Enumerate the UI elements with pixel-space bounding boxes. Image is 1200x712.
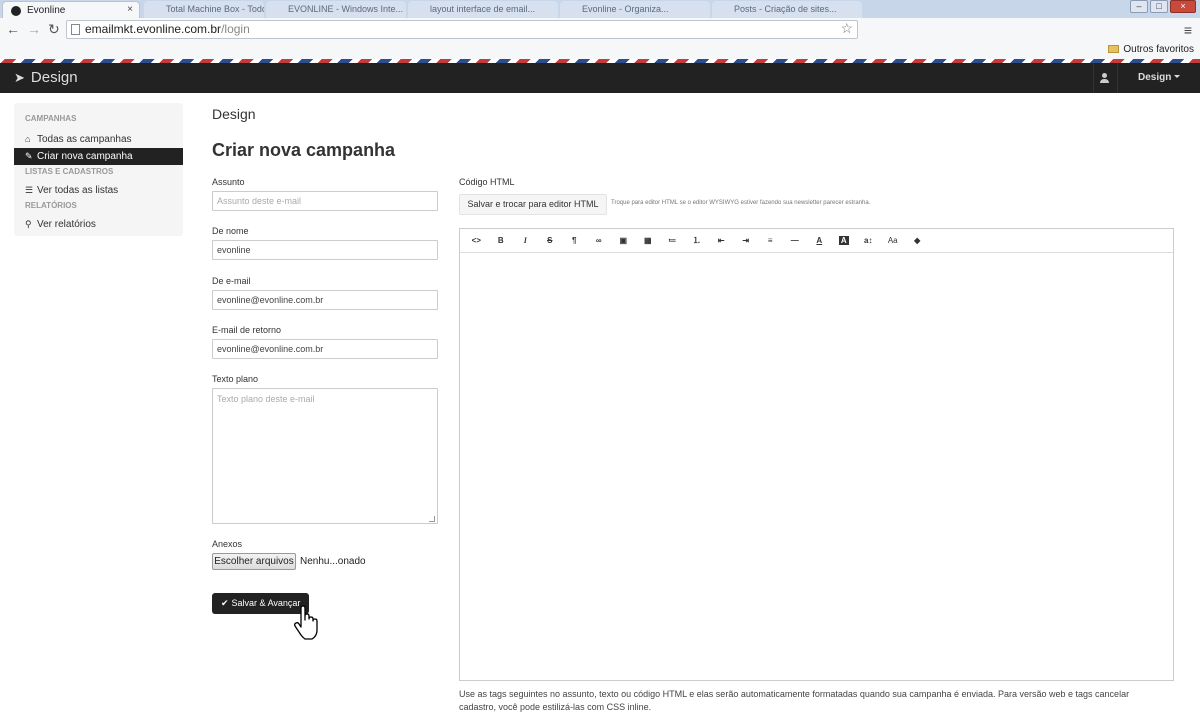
check-icon: ✔	[221, 598, 229, 608]
page-title: Criar nova campanha	[212, 140, 396, 160]
outdent-icon[interactable]: ⇤	[709, 236, 734, 245]
sidebar-item-label: Todas as campanhas	[37, 134, 132, 145]
hand-pointer-cursor-icon	[294, 605, 318, 640]
from-name-input[interactable]	[212, 240, 438, 260]
browser-tab[interactable]: Posts - Criação de sites...	[712, 1, 862, 18]
sidebar-item-todas-campanhas[interactable]: ⌂ Todas as campanhas	[14, 131, 183, 148]
wysiwyg-editor: <> B I S ¶ ∞ ▣ ▦ ≔ ⒈ ⇤ ⇥ ≡ — A A a↕ Aa ◆	[459, 228, 1174, 681]
from-email-input[interactable]	[212, 290, 438, 310]
search-icon: ⚲	[25, 219, 32, 229]
window-close-icon[interactable]: ×	[1170, 0, 1196, 13]
site-favicon-icon	[11, 6, 21, 16]
file-status-text: Nenhu...onado	[300, 556, 366, 567]
from-name-label: De nome	[212, 226, 249, 236]
horizontal-rule-icon[interactable]: —	[783, 236, 808, 245]
brand[interactable]: ➤ Design	[14, 69, 78, 86]
browser-toolbar: ← → ↻ emailmkt.evonline.com.br/login ☆ ≡	[0, 18, 1200, 42]
caret-down-icon	[1174, 75, 1181, 78]
subject-input[interactable]	[212, 191, 438, 211]
background-color-icon[interactable]: A	[832, 236, 857, 245]
paragraph-icon[interactable]: ¶	[562, 236, 587, 245]
paper-plane-icon: ➤	[14, 70, 25, 85]
sidebar-item-label: Ver todas as listas	[37, 185, 119, 196]
edit-icon: ✎	[25, 151, 33, 161]
divider	[1117, 63, 1118, 93]
ordered-list-icon[interactable]: ⒈	[685, 235, 710, 246]
editor-toolbar: <> B I S ¶ ∞ ▣ ▦ ≔ ⒈ ⇤ ⇥ ≡ — A A a↕ Aa ◆	[460, 229, 1173, 253]
window-controls: – □ ×	[1130, 0, 1196, 13]
sidebar-item-relatorios[interactable]: ⚲ Ver relatórios	[14, 216, 183, 233]
back-icon[interactable]: ←	[6, 22, 20, 36]
font-family-icon[interactable]: Aa	[881, 236, 906, 245]
maximize-icon[interactable]: □	[1150, 0, 1168, 13]
editor-content-area[interactable]	[460, 253, 1173, 680]
table-icon[interactable]: ▦	[636, 236, 661, 245]
sidebar-item-listas[interactable]: ☰ Ver todas as listas	[14, 182, 183, 199]
user-icon[interactable]	[1094, 63, 1116, 93]
strikethrough-icon[interactable]: S	[538, 236, 563, 245]
font-color-icon[interactable]: A	[807, 236, 832, 245]
save-and-continue-label: Salvar & Avançar	[231, 598, 301, 608]
reload-icon[interactable]: ↻	[48, 22, 60, 36]
tab-title: Evonline	[27, 5, 66, 16]
attachments-label: Anexos	[212, 539, 243, 549]
from-email-label: De e-mail	[212, 276, 251, 286]
browser-tab[interactable]: Total Machine Box - Todo...	[144, 1, 264, 18]
reply-email-input[interactable]	[212, 339, 438, 359]
choose-files-button[interactable]: Escolher arquivos	[212, 553, 296, 570]
user-dropdown-label: Design	[1138, 72, 1172, 83]
bold-icon[interactable]: B	[489, 236, 514, 245]
plain-text-label: Texto plano	[212, 374, 259, 384]
browser-tab-active[interactable]: Evonline ×	[2, 1, 140, 18]
image-icon[interactable]: ▣	[611, 236, 636, 245]
sidebar-item-criar-campanha[interactable]: ✎ Criar nova campanha	[14, 148, 183, 165]
forward-icon[interactable]: →	[27, 22, 41, 36]
minimize-icon[interactable]: –	[1130, 0, 1148, 13]
subject-label: Assunto	[212, 177, 245, 187]
browser-tab[interactable]: layout interface de email...	[408, 1, 558, 18]
link-icon[interactable]: ∞	[587, 236, 612, 245]
code-view-icon[interactable]: <>	[464, 236, 489, 245]
address-bar[interactable]: emailmkt.evonline.com.br/login ☆	[66, 20, 858, 39]
home-icon: ⌂	[25, 134, 31, 144]
sidebar-header-relatorios: RELATÓRIOS	[25, 201, 77, 210]
bookmarks-bar: Outros favoritos	[0, 42, 1200, 59]
tab-close-icon[interactable]: ×	[127, 4, 133, 15]
browser-tab[interactable]: Evonline - Organiza...	[560, 1, 710, 18]
align-icon[interactable]: ≡	[758, 236, 783, 245]
user-dropdown[interactable]: Design	[1138, 72, 1181, 83]
section-title: Design	[212, 106, 256, 122]
url-path: /login	[221, 22, 250, 36]
sidebar-header-campanhas: CAMPANHAS	[25, 114, 77, 123]
italic-icon[interactable]: I	[513, 236, 538, 245]
reply-email-label: E-mail de retorno	[212, 325, 282, 335]
tag-icon[interactable]: ◆	[905, 236, 930, 245]
url-host: emailmkt.evonline.com.br	[85, 22, 222, 36]
html-code-label: Código HTML	[459, 177, 515, 187]
font-size-icon[interactable]: a↕	[856, 236, 881, 245]
sidebar-item-label: Criar nova campanha	[37, 151, 133, 162]
indent-icon[interactable]: ⇥	[734, 236, 759, 245]
swap-to-html-editor-button[interactable]: Salvar e trocar para editor HTML	[459, 194, 607, 215]
browser-tab[interactable]: EVONLINE - Windows Inte...	[266, 1, 406, 18]
page-icon	[71, 24, 80, 35]
folder-icon	[1108, 45, 1120, 53]
swap-hint-text: Troque para editor HTML se o editor WYSI…	[611, 200, 871, 206]
footer-note: Use as tags seguintes no assunto, texto …	[459, 689, 1130, 712]
list-icon: ☰	[25, 185, 34, 195]
sidebar-item-label: Ver relatórios	[37, 219, 96, 230]
resize-grip-icon[interactable]	[429, 516, 435, 522]
bookmark-star-icon[interactable]: ☆	[840, 20, 853, 37]
browser-tab-strip: Evonline × Total Machine Box - Todo... E…	[0, 0, 1200, 18]
plain-text-textarea[interactable]	[212, 388, 438, 524]
other-bookmarks[interactable]: Outros favoritos	[1108, 44, 1194, 55]
unordered-list-icon[interactable]: ≔	[660, 236, 685, 245]
browser-menu-icon[interactable]: ≡	[1184, 22, 1192, 38]
sidebar-header-listas: LISTAS E CADASTROS	[25, 167, 114, 176]
sidebar: CAMPANHAS ⌂ Todas as campanhas ✎ Criar nov…	[14, 103, 183, 236]
brand-label: Design	[30, 69, 78, 86]
app-navbar: ➤ Design Design	[0, 63, 1200, 93]
